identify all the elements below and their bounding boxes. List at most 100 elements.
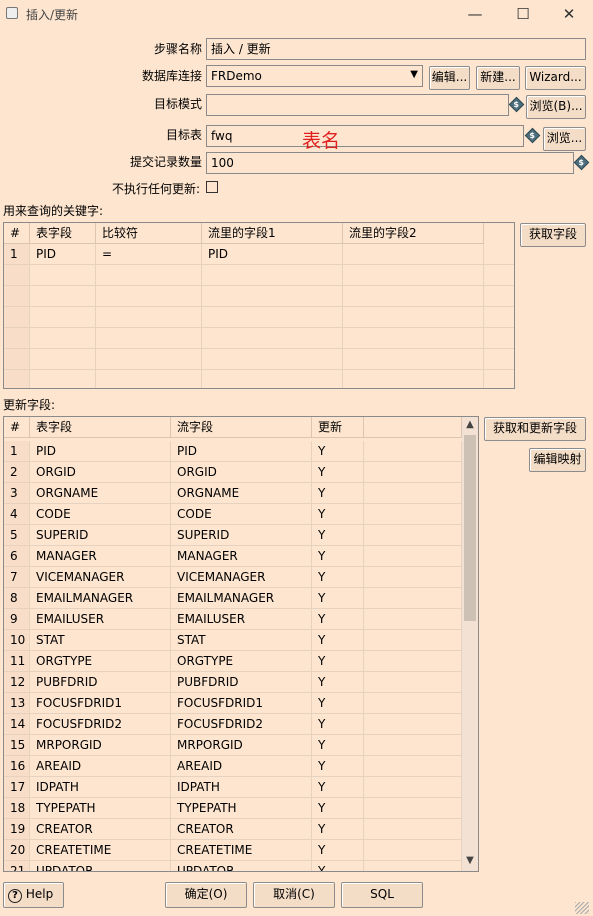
keys-column-header[interactable]: 流里的字段2 (343, 223, 484, 244)
table-row[interactable] (4, 328, 514, 349)
table-cell[interactable]: 11 (4, 651, 30, 672)
table-cell[interactable] (343, 286, 484, 307)
table-cell[interactable]: 5 (4, 525, 30, 546)
update-fields-table[interactable]: # 表字段 流字段 更新 1 PID PID Y 2 ORGID ORGID Y 3 ORGNAME ORG… (3, 416, 479, 872)
table-cell[interactable]: Y (312, 462, 364, 483)
table-cell[interactable] (364, 567, 462, 588)
vertical-scrollbar[interactable]: ▲ ▼ (462, 417, 478, 871)
table-cell[interactable]: FOCUSFDRID2 (171, 714, 312, 735)
table-cell[interactable]: Y (312, 441, 364, 462)
table-cell[interactable] (30, 349, 96, 370)
table-row[interactable]: 17 IDPATH IDPATH Y (4, 777, 462, 798)
table-cell[interactable]: Y (312, 756, 364, 777)
table-row[interactable]: 1 PID PID Y (4, 441, 462, 462)
table-cell[interactable]: Y (312, 840, 364, 861)
table-cell[interactable]: 16 (4, 756, 30, 777)
table-cell[interactable]: Y (312, 861, 364, 871)
table-cell[interactable] (364, 441, 462, 462)
table-row[interactable]: 1 PID = PID (4, 244, 514, 265)
get-fields-button[interactable]: 获取字段 (520, 223, 586, 247)
cancel-button[interactable]: 取消(C) (253, 882, 335, 908)
table-cell[interactable] (4, 328, 30, 349)
table-cell[interactable] (4, 286, 30, 307)
table-cell[interactable] (364, 777, 462, 798)
table-cell[interactable]: SUPERID (171, 525, 312, 546)
table-cell[interactable]: ORGTYPE (30, 651, 171, 672)
table-cell[interactable]: Y (312, 504, 364, 525)
table-cell[interactable] (30, 328, 96, 349)
table-cell[interactable]: CODE (30, 504, 171, 525)
table-row[interactable]: 3 ORGNAME ORGNAME Y (4, 483, 462, 504)
table-row[interactable]: 6 MANAGER MANAGER Y (4, 546, 462, 567)
table-cell[interactable]: STAT (30, 630, 171, 651)
table-cell[interactable] (96, 370, 202, 388)
table-cell[interactable] (364, 462, 462, 483)
no-update-checkbox[interactable] (206, 181, 218, 193)
table-cell[interactable] (364, 630, 462, 651)
keys-table[interactable]: # 表字段 比较符 流里的字段1 流里的字段2 1 PID = PID (3, 222, 515, 389)
table-cell[interactable]: TYPEPATH (171, 798, 312, 819)
table-cell[interactable] (364, 861, 462, 871)
table-cell[interactable] (4, 307, 30, 328)
table-cell[interactable]: PID (30, 244, 96, 265)
table-cell[interactable]: Y (312, 819, 364, 840)
table-cell[interactable]: Y (312, 483, 364, 504)
table-cell[interactable]: Y (312, 525, 364, 546)
keys-column-header[interactable]: 流里的字段1 (202, 223, 343, 244)
table-cell[interactable]: UPDATOR (30, 861, 171, 871)
table-cell[interactable]: SUPERID (30, 525, 171, 546)
table-cell[interactable] (202, 328, 343, 349)
table-row[interactable]: 2 ORGID ORGID Y (4, 462, 462, 483)
db-connection-select[interactable]: FRDemo ▼ (206, 65, 423, 87)
table-cell[interactable] (364, 651, 462, 672)
table-cell[interactable]: EMAILMANAGER (171, 588, 312, 609)
table-cell[interactable]: FOCUSFDRID1 (30, 693, 171, 714)
get-update-fields-button[interactable]: 获取和更新字段 (484, 417, 586, 441)
table-cell[interactable]: ORGNAME (30, 483, 171, 504)
table-cell[interactable] (364, 504, 462, 525)
resize-grip[interactable] (575, 902, 589, 914)
table-cell[interactable]: ORGID (30, 462, 171, 483)
table-cell[interactable] (96, 328, 202, 349)
table-cell[interactable] (484, 265, 514, 286)
table-row[interactable] (4, 265, 514, 286)
table-cell[interactable]: FOCUSFDRID2 (30, 714, 171, 735)
update-column-header[interactable]: 表字段 (30, 417, 171, 438)
wizard-button[interactable]: Wizard... (525, 66, 586, 90)
table-cell[interactable]: 15 (4, 735, 30, 756)
table-cell[interactable]: CREATETIME (171, 840, 312, 861)
table-cell[interactable]: 21 (4, 861, 30, 871)
sql-button[interactable]: SQL (341, 882, 423, 908)
table-cell[interactable]: AREAID (171, 756, 312, 777)
table-cell[interactable]: 12 (4, 672, 30, 693)
minimize-button[interactable]: — (452, 0, 498, 28)
table-cell[interactable]: Y (312, 672, 364, 693)
table-cell[interactable] (202, 349, 343, 370)
table-cell[interactable]: 17 (4, 777, 30, 798)
table-cell[interactable]: MRPORGID (171, 735, 312, 756)
table-row[interactable] (4, 286, 514, 307)
table-cell[interactable] (484, 370, 514, 388)
update-column-header[interactable]: 流字段 (171, 417, 312, 438)
commit-size-input[interactable]: 100 (206, 152, 574, 174)
table-cell[interactable]: PID (30, 441, 171, 462)
table-row[interactable]: 8 EMAILMANAGER EMAILMANAGER Y (4, 588, 462, 609)
table-cell[interactable]: EMAILUSER (30, 609, 171, 630)
table-cell[interactable]: STAT (171, 630, 312, 651)
browse-table-button[interactable]: 浏览... (543, 127, 586, 151)
table-cell[interactable]: 2 (4, 462, 30, 483)
update-column-header[interactable]: # (4, 417, 30, 438)
table-cell[interactable] (96, 349, 202, 370)
table-cell[interactable] (202, 265, 343, 286)
table-cell[interactable] (96, 307, 202, 328)
table-cell[interactable]: = (96, 244, 202, 265)
table-cell[interactable] (364, 840, 462, 861)
table-row[interactable]: 7 VICEMANAGER VICEMANAGER Y (4, 567, 462, 588)
table-cell[interactable]: 8 (4, 588, 30, 609)
table-row[interactable]: 16 AREAID AREAID Y (4, 756, 462, 777)
table-cell[interactable]: 6 (4, 546, 30, 567)
table-cell[interactable] (484, 349, 514, 370)
table-cell[interactable]: Y (312, 588, 364, 609)
browse-schema-button[interactable]: 浏览(B)... (526, 95, 586, 119)
table-cell[interactable]: PUBFDRID (30, 672, 171, 693)
